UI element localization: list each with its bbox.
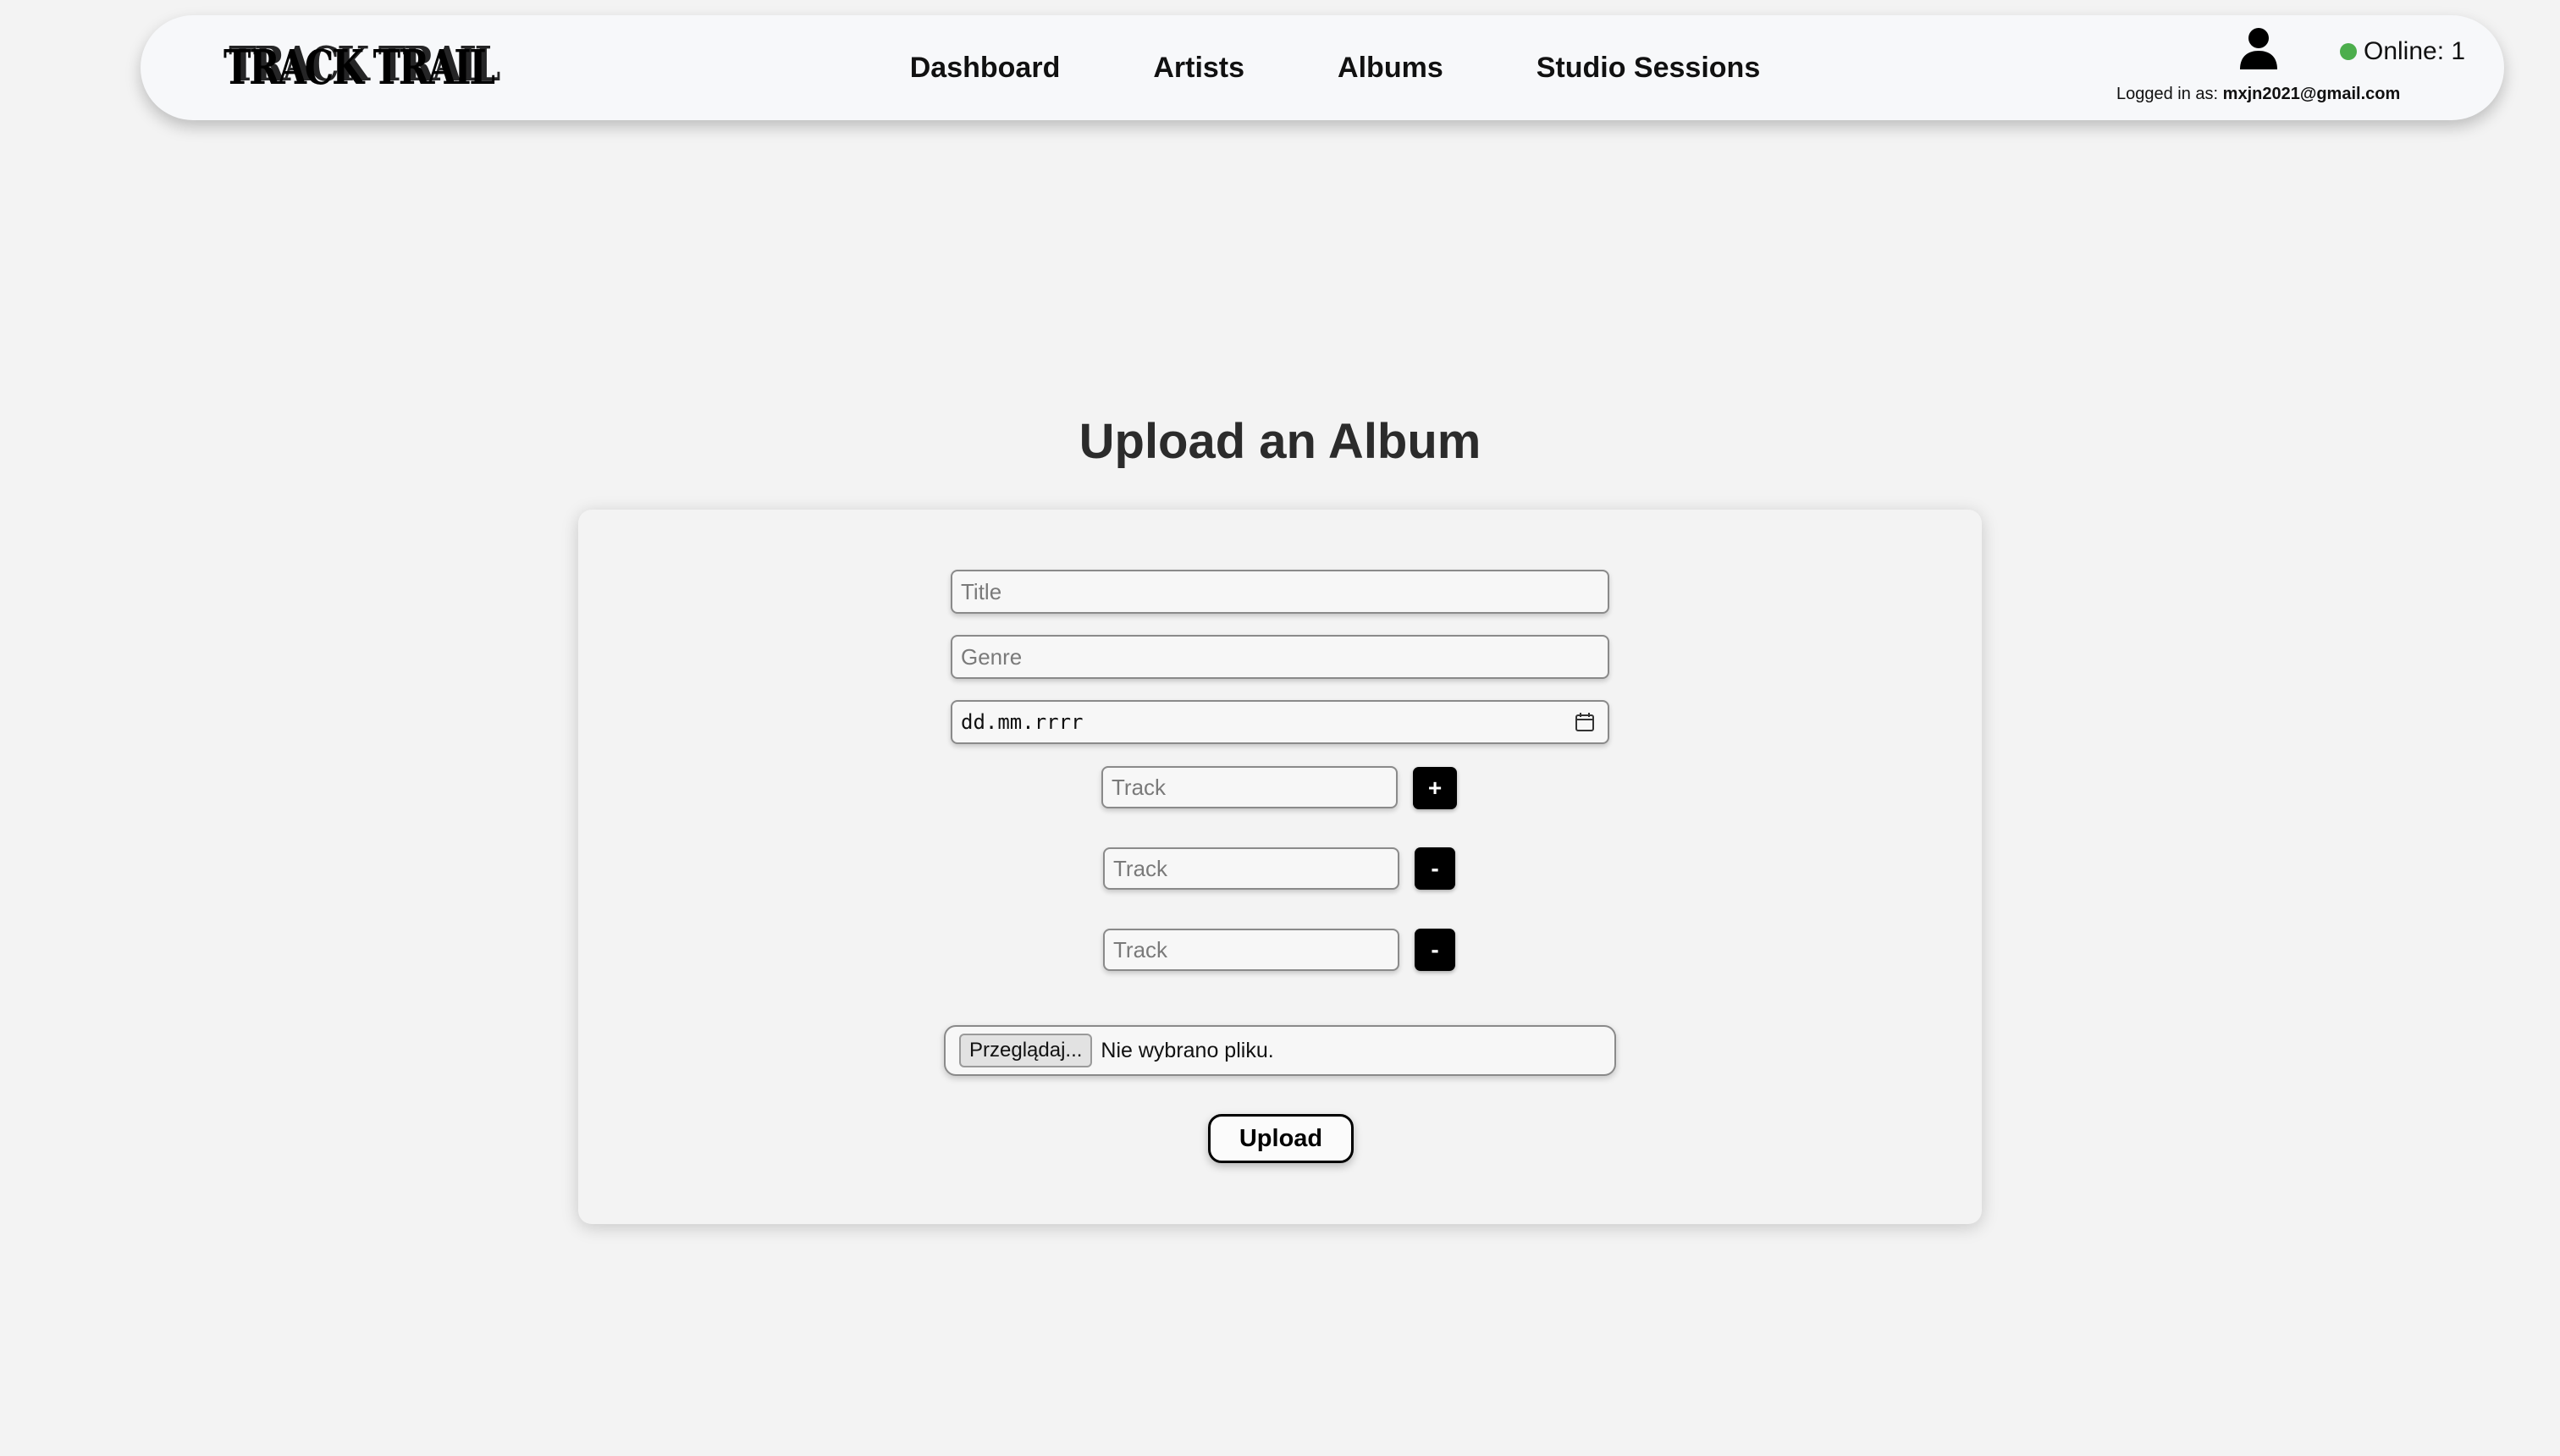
track-input-1[interactable] xyxy=(1112,768,1396,807)
track-field-2[interactable] xyxy=(1103,847,1399,890)
track-field-3[interactable] xyxy=(1103,929,1399,971)
online-status: Online: 1 xyxy=(2340,37,2465,66)
logged-in-info: Logged in as: mxjn2021@gmail.com xyxy=(2116,85,2400,104)
logged-in-prefix: Logged in as: xyxy=(2116,85,2223,103)
remove-track-button-2[interactable]: - xyxy=(1415,847,1455,890)
genre-input[interactable] xyxy=(961,637,1608,677)
calendar-icon[interactable] xyxy=(1574,711,1596,733)
remove-track-button-3[interactable]: - xyxy=(1415,929,1455,971)
track-field-1[interactable] xyxy=(1101,766,1398,808)
browse-button[interactable]: Przeglądaj... xyxy=(959,1034,1093,1067)
release-date-field[interactable]: dd.mm.rrrr xyxy=(951,700,1609,744)
date-placeholder: dd.mm.rrrr xyxy=(961,710,1084,734)
nav-links: Dashboard Artists Albums Studio Sessions xyxy=(141,15,2504,120)
online-count: Online: 1 xyxy=(2364,37,2466,65)
file-upload-field[interactable]: Przeglądaj... Nie wybrano pliku. xyxy=(944,1025,1616,1076)
track-input-3[interactable] xyxy=(1113,930,1398,969)
user-icon[interactable] xyxy=(2238,27,2279,71)
nav-link-albums[interactable]: Albums xyxy=(1338,52,1443,85)
logged-in-email: mxjn2021@gmail.com xyxy=(2222,85,2401,103)
top-navbar: TRACK TRAIL TRACK TRAIL Dashboard Artist… xyxy=(141,15,2504,120)
genre-field[interactable] xyxy=(951,635,1609,679)
track-input-2[interactable] xyxy=(1113,849,1398,888)
nav-link-artists[interactable]: Artists xyxy=(1153,52,1244,85)
status-dot-icon xyxy=(2340,43,2357,60)
title-field[interactable] xyxy=(951,570,1609,614)
nav-link-dashboard[interactable]: Dashboard xyxy=(910,52,1061,85)
nav-link-studio-sessions[interactable]: Studio Sessions xyxy=(1537,52,1761,85)
page-title: Upload an Album xyxy=(1079,414,1481,469)
file-status-text: Nie wybrano pliku. xyxy=(1101,1038,1274,1062)
upload-button[interactable]: Upload xyxy=(1208,1114,1354,1163)
add-track-button[interactable]: + xyxy=(1413,767,1457,809)
title-input[interactable] xyxy=(961,571,1608,612)
